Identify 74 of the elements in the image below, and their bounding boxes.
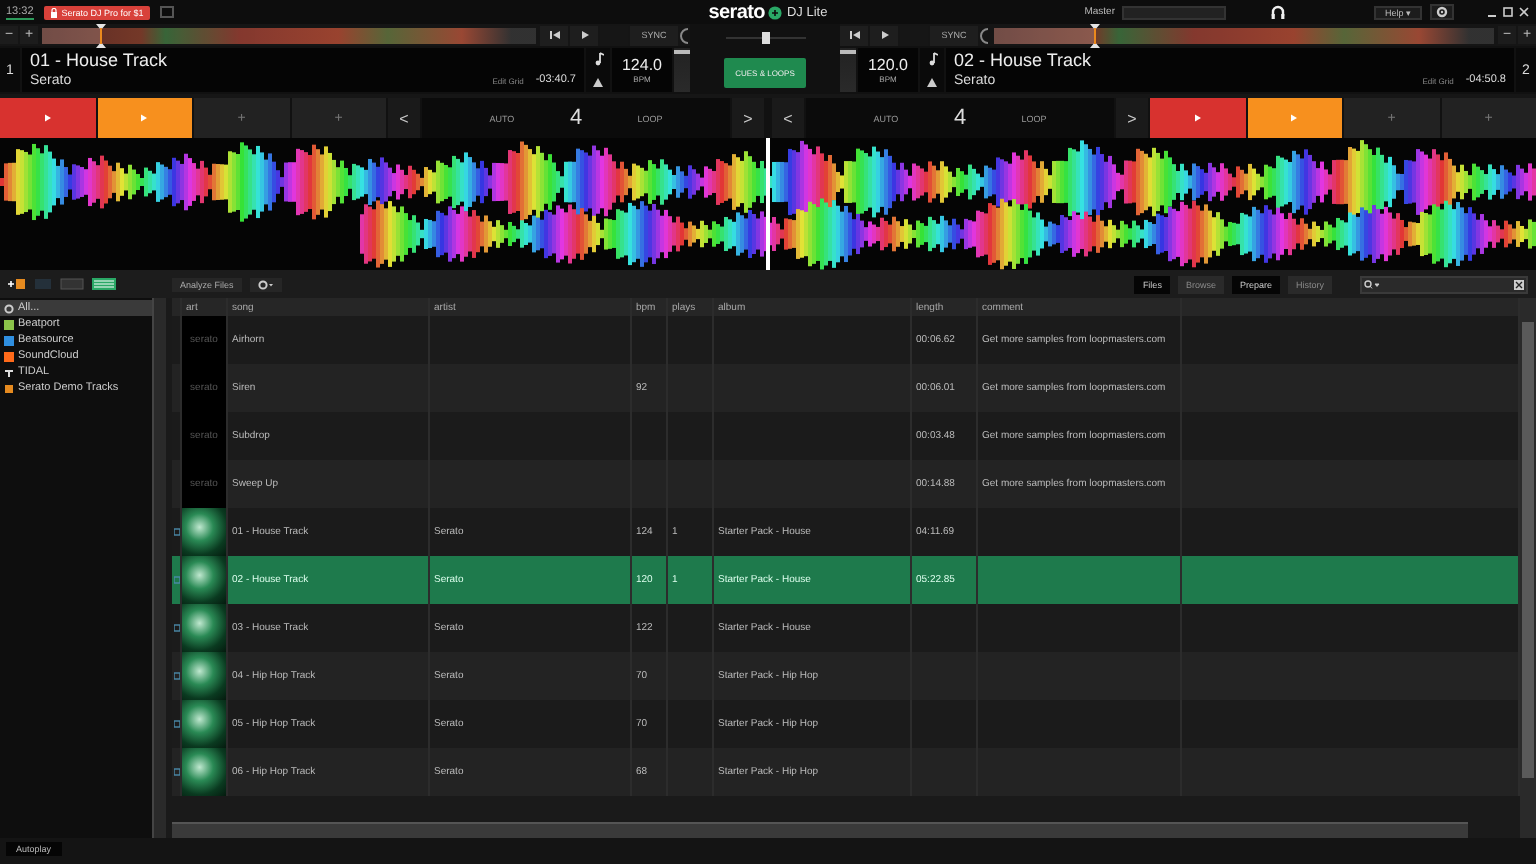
album-art-placeholder bbox=[182, 556, 226, 604]
play-icon bbox=[43, 114, 52, 122]
skip-back-icon bbox=[549, 30, 559, 40]
album-art-placeholder bbox=[182, 652, 226, 700]
note-icon[interactable] bbox=[592, 52, 604, 67]
pitch-slider[interactable] bbox=[674, 48, 690, 92]
master-meter bbox=[1122, 5, 1227, 19]
scrollbar-thumb[interactable] bbox=[1522, 322, 1534, 778]
sidebar-scrollbar[interactable] bbox=[152, 298, 166, 838]
beatsource-icon bbox=[4, 335, 14, 345]
soundcloud-icon bbox=[4, 351, 14, 361]
window-controls-icon[interactable] bbox=[1486, 6, 1530, 18]
headphones-icon[interactable] bbox=[1270, 4, 1287, 20]
album-art-placeholder bbox=[182, 700, 226, 748]
play-button[interactable] bbox=[570, 25, 598, 45]
pitch-slider-thumb[interactable] bbox=[840, 50, 856, 55]
horizontal-scrollbar[interactable] bbox=[172, 822, 1468, 838]
played-region bbox=[42, 27, 102, 43]
track-status-icon bbox=[173, 624, 179, 632]
lock-icon bbox=[49, 7, 58, 17]
settings-menu-button[interactable] bbox=[249, 277, 282, 291]
track-title: 02 - House Track bbox=[954, 50, 1094, 70]
previous-button[interactable] bbox=[540, 25, 568, 45]
add-crate-icon[interactable] bbox=[8, 278, 26, 290]
previous-loop-button[interactable]: < bbox=[772, 98, 804, 138]
quantize-icon[interactable] bbox=[980, 27, 990, 43]
track-status-icon bbox=[173, 672, 179, 680]
play-icon bbox=[140, 114, 149, 122]
search-field[interactable] bbox=[1360, 275, 1528, 293]
play-icon bbox=[879, 30, 889, 40]
loop-size: 4 bbox=[953, 106, 967, 130]
search-icon bbox=[1364, 279, 1380, 289]
track-title: 01 - House Track bbox=[30, 50, 170, 70]
playhead-marker[interactable] bbox=[96, 23, 107, 47]
previous-button[interactable] bbox=[840, 25, 868, 45]
track-status-icon bbox=[173, 768, 179, 776]
clear-icon[interactable] bbox=[1514, 279, 1524, 289]
note-icon[interactable] bbox=[926, 52, 938, 67]
skip-back-icon bbox=[849, 30, 859, 40]
play-button[interactable] bbox=[870, 25, 898, 45]
pitch-slider-thumb[interactable] bbox=[674, 50, 690, 55]
key-lock-icon[interactable] bbox=[926, 75, 938, 88]
playhead-line bbox=[766, 138, 770, 270]
playhead-marker[interactable] bbox=[1089, 23, 1099, 47]
album-art-placeholder bbox=[182, 604, 226, 652]
loop-size: 4 bbox=[569, 106, 583, 130]
play-icon bbox=[1290, 114, 1299, 122]
tidal-icon bbox=[4, 367, 14, 377]
logo-circle-icon bbox=[768, 5, 783, 19]
table-scrollbar[interactable] bbox=[1520, 298, 1536, 838]
settings-icon[interactable] bbox=[1436, 6, 1448, 18]
key-lock-icon[interactable] bbox=[592, 75, 604, 88]
crossfader-drawing[interactable] bbox=[725, 31, 805, 43]
app-logo: serato bbox=[708, 1, 765, 23]
album-art-placeholder bbox=[182, 508, 226, 556]
next-loop-button[interactable]: > bbox=[732, 98, 764, 138]
track-status-icon bbox=[173, 528, 179, 536]
play-icon bbox=[1193, 114, 1202, 122]
library-icon bbox=[4, 303, 14, 313]
play-icon bbox=[579, 30, 589, 40]
beatport-icon bbox=[4, 319, 14, 329]
album-art-placeholder bbox=[182, 748, 226, 796]
settings-icon bbox=[257, 279, 274, 289]
previous-loop-button[interactable]: < bbox=[388, 98, 420, 138]
quantize-icon[interactable] bbox=[680, 27, 690, 43]
next-loop-button[interactable]: > bbox=[1116, 98, 1148, 138]
played-region bbox=[994, 27, 1094, 43]
bpm-value: 124.0 bbox=[621, 56, 663, 74]
bpm-value: 120.0 bbox=[867, 56, 909, 74]
window-icon[interactable] bbox=[159, 6, 174, 18]
track-status-icon bbox=[173, 576, 179, 584]
pitch-slider[interactable] bbox=[840, 48, 856, 92]
crate-icon bbox=[4, 383, 14, 393]
track-status-icon bbox=[173, 720, 179, 728]
